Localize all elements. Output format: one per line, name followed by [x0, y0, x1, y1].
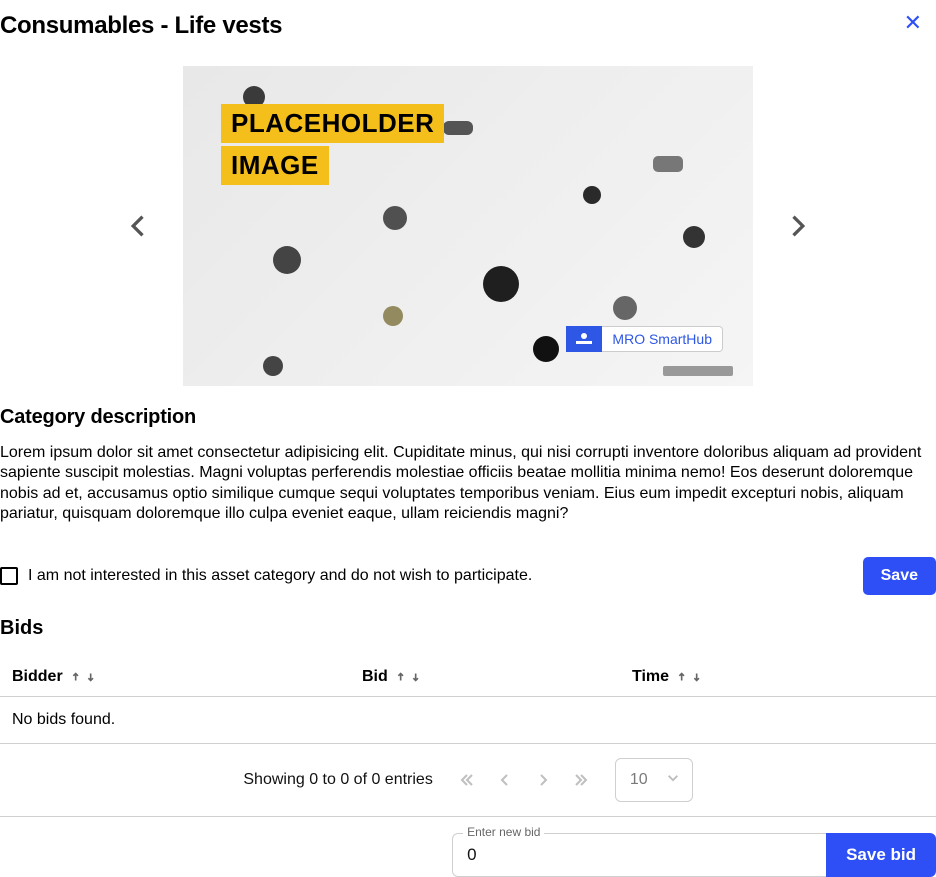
col-header-bid: Bid	[362, 668, 388, 686]
page-size-select[interactable]: 10	[615, 758, 693, 802]
empty-state: No bids found.	[0, 697, 936, 744]
sort-icon[interactable]	[677, 670, 706, 684]
col-header-time: Time	[632, 668, 669, 686]
category-description-body: Lorem ipsum dolor sit amet consectetur a…	[0, 443, 936, 525]
chevron-down-icon	[666, 770, 680, 789]
brand-text: MRO SmartHub	[602, 326, 723, 352]
bids-table: Bidder Bid Time No b	[0, 658, 936, 817]
brand-badge: MRO SmartHub	[566, 326, 723, 352]
new-bid-legend: Enter new bid	[463, 825, 544, 839]
iata-logo-icon	[566, 326, 602, 352]
image-overlay-line2: IMAGE	[221, 146, 329, 185]
col-header-bidder: Bidder	[12, 668, 63, 686]
bids-heading: Bids	[0, 617, 936, 640]
close-icon[interactable]: ✕	[890, 12, 936, 34]
chevron-left-icon[interactable]	[115, 202, 163, 250]
sort-icon[interactable]	[396, 670, 425, 684]
page-first-icon[interactable]	[459, 772, 475, 788]
page-size-value: 10	[630, 771, 648, 788]
new-bid-field: Enter new bid	[452, 833, 826, 877]
category-description-heading: Category description	[0, 406, 936, 429]
chevron-right-icon[interactable]	[773, 202, 821, 250]
image-carousel: PLACEHOLDER IMAGE MRO SmartHub	[0, 66, 936, 386]
save-bid-button[interactable]: Save bid	[826, 833, 936, 877]
opt-out-checkbox[interactable]	[0, 567, 18, 585]
opt-out-control[interactable]: I am not interested in this asset catego…	[0, 567, 532, 585]
opt-out-label: I am not interested in this asset catego…	[28, 567, 532, 585]
image-overlay-line1: PLACEHOLDER	[221, 104, 444, 143]
page-prev-icon[interactable]	[497, 772, 513, 788]
page-last-icon[interactable]	[573, 772, 589, 788]
pagination-info: Showing 0 to 0 of 0 entries	[243, 771, 432, 789]
save-button[interactable]: Save	[863, 557, 936, 595]
page-title: Consumables - Life vests	[0, 12, 282, 40]
pagination: Showing 0 to 0 of 0 entries 10	[0, 744, 936, 817]
asset-image: PLACEHOLDER IMAGE MRO SmartHub	[183, 66, 753, 386]
page-next-icon[interactable]	[535, 772, 551, 788]
sort-icon[interactable]	[71, 670, 100, 684]
